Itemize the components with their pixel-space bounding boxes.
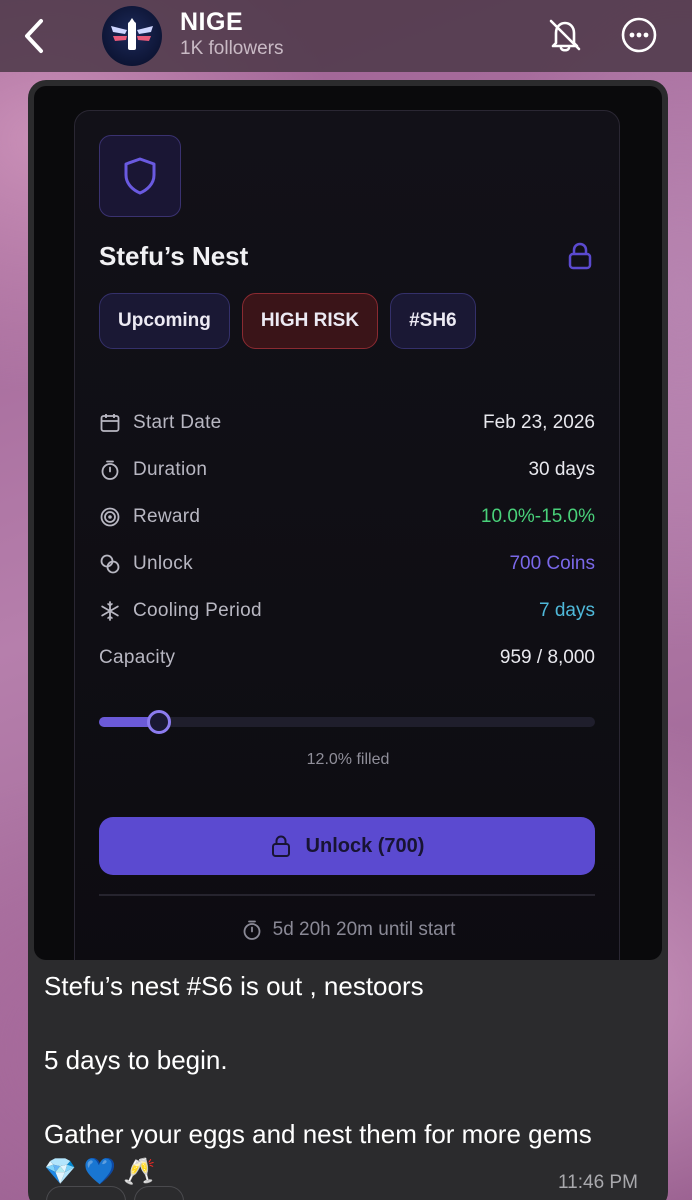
unlock-row: Unlock 700 Coins [99, 540, 595, 587]
risk-badge: HIGH RISK [241, 293, 379, 349]
lock-icon [565, 241, 595, 271]
tag-list: Upcoming HIGH RISK #SH6 [99, 293, 476, 349]
message-line: 5 days to begin. [44, 1045, 228, 1075]
channel-avatar[interactable] [102, 6, 162, 66]
snowflake-icon [99, 600, 121, 622]
mute-button[interactable] [544, 14, 586, 56]
row-label: Cooling Period [133, 599, 262, 621]
shield-badge [99, 135, 181, 217]
unlock-button[interactable]: Unlock (700) [99, 817, 595, 875]
start-date-row: Start Date Feb 23, 2026 [99, 399, 595, 446]
stopwatch-icon [99, 459, 121, 481]
message-bubble: Stefu’s Nest Upcoming HIGH RISK #SH6 Sta… [28, 80, 668, 1200]
duration-row: Duration 30 days [99, 446, 595, 493]
coins-icon [99, 553, 121, 575]
progress-knob [147, 710, 171, 734]
bell-slash-icon [549, 19, 581, 52]
stopwatch-icon [243, 920, 261, 940]
row-label: Reward [133, 505, 201, 527]
reaction-chip[interactable] [134, 1186, 184, 1200]
row-value: 30 days [528, 458, 595, 480]
logo-icon [111, 18, 153, 50]
message-line: Gather your eggs and nest them for more … [44, 1119, 592, 1149]
filled-percentage: 12.0% filled [306, 751, 390, 768]
nest-title: Stefu’s Nest [99, 241, 249, 271]
chat-header: NIGE 1K followers [0, 0, 692, 72]
follower-count: 1K followers [180, 38, 284, 59]
calendar-icon [99, 412, 121, 434]
message-line [44, 1005, 654, 1042]
reaction-chip[interactable] [46, 1186, 126, 1200]
unlock-button-label: Unlock (700) [305, 834, 425, 857]
capacity-row: Capacity 959 / 8,000 [99, 634, 595, 681]
shield-icon [124, 157, 156, 195]
capacity-progress-bar [99, 710, 595, 734]
chevron-left-icon [25, 19, 43, 53]
message-line: Stefu’s nest #S6 is out , nestoors [44, 971, 424, 1001]
countdown: 5d 20h 20m until start [75, 919, 621, 941]
row-label: Start Date [133, 411, 222, 433]
channel-title[interactable]: NIGE [180, 8, 243, 37]
message-time: 11:46 PM [558, 1172, 638, 1193]
lock-icon [271, 835, 290, 857]
details-list: Start Date Feb 23, 2026 Duration 30 days… [99, 399, 595, 681]
back-button[interactable] [14, 14, 54, 58]
message-text: Stefu’s nest #S6 is out , nestoors 5 day… [44, 968, 654, 1190]
more-options-button[interactable] [618, 14, 660, 56]
row-value: 700 Coins [509, 552, 595, 574]
status-badge: Upcoming [99, 293, 230, 349]
reward-row: Reward 10.0%-15.0% [99, 493, 595, 540]
row-label: Unlock [133, 552, 193, 574]
row-label: Duration [133, 458, 208, 480]
row-label: Capacity [99, 646, 176, 668]
cooling-period-row: Cooling Period 7 days [99, 587, 595, 634]
row-value: 10.0%-15.0% [480, 505, 595, 527]
message-line [44, 1079, 654, 1116]
row-value: 959 / 8,000 [499, 646, 595, 668]
target-icon [99, 506, 121, 528]
divider [99, 894, 595, 896]
countdown-text: 5d 20h 20m until start [272, 919, 456, 940]
nest-card: Stefu’s Nest Upcoming HIGH RISK #SH6 Sta… [74, 110, 620, 960]
row-value: 7 days [539, 599, 595, 621]
season-badge: #SH6 [390, 293, 476, 349]
row-value: Feb 23, 2026 [483, 411, 595, 433]
ellipsis-circle-icon [621, 17, 657, 53]
reaction-bar [46, 1186, 184, 1200]
message-image[interactable]: Stefu’s Nest Upcoming HIGH RISK #SH6 Sta… [34, 86, 662, 960]
